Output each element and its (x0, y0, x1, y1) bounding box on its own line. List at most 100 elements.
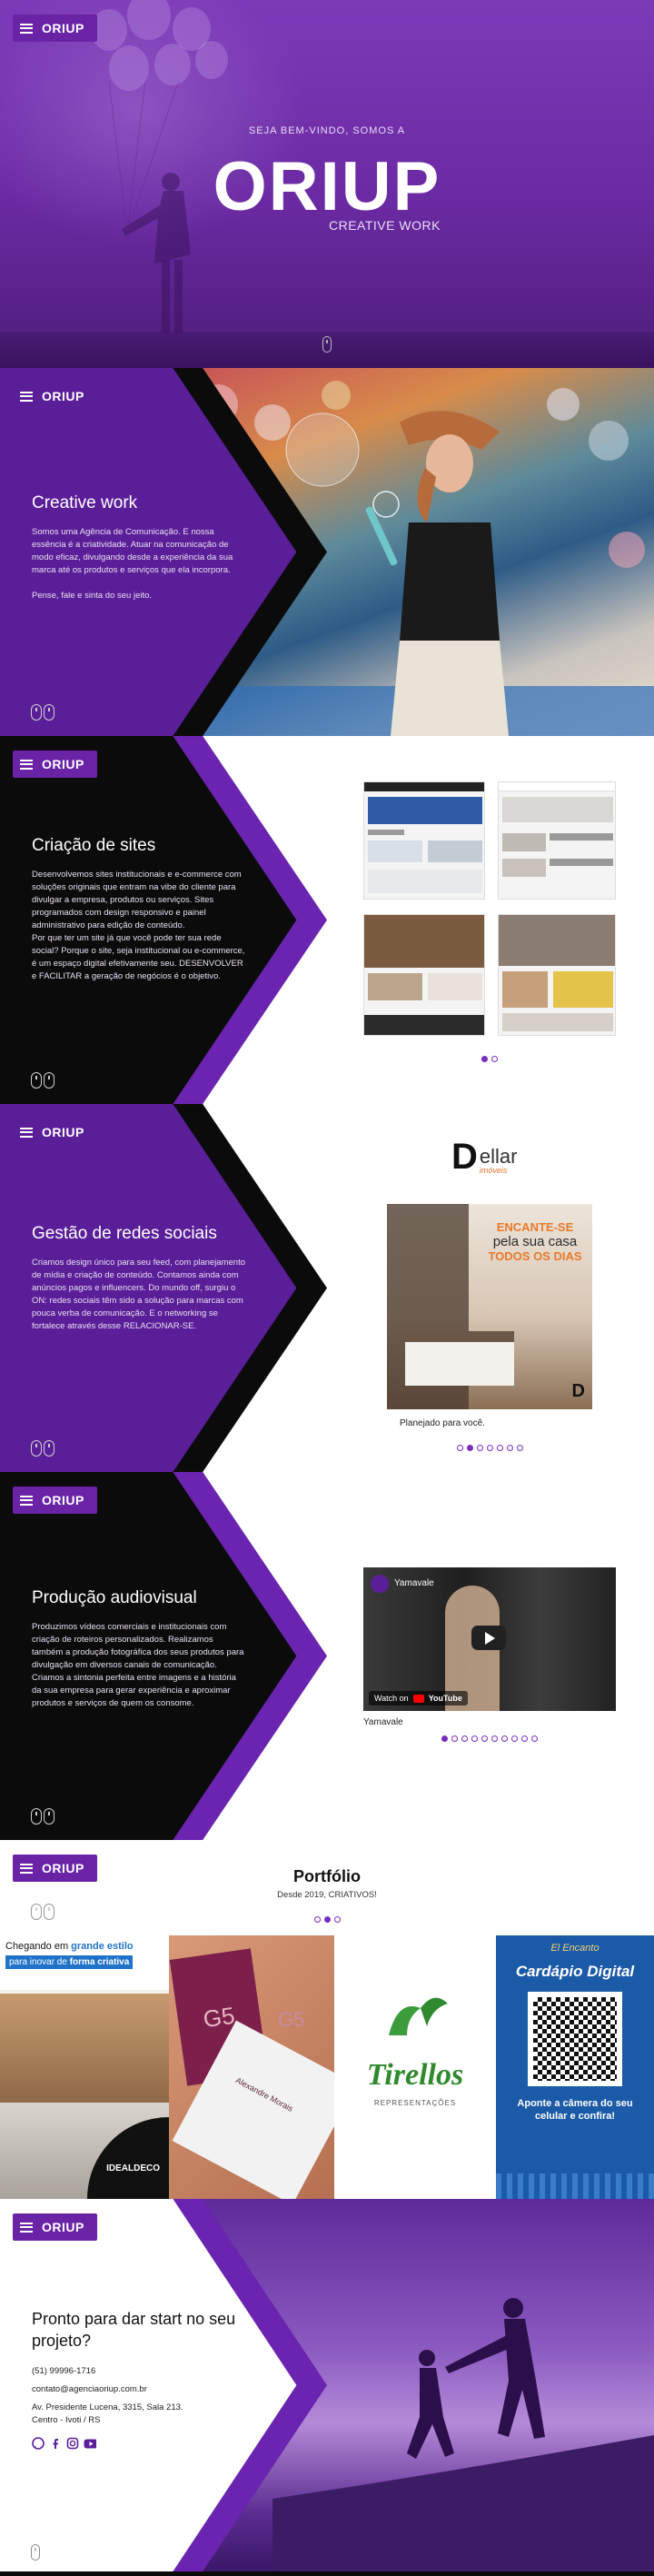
brand-name: ORIUP (42, 2220, 84, 2234)
audiovisual-section: ORIUP Produção audiovisual Produzimos ví… (0, 1472, 654, 1840)
hero-title: ORIUP (213, 148, 441, 225)
qr-code-image (528, 1992, 622, 2086)
carousel-dot[interactable] (333, 1916, 341, 1923)
carousel-dots[interactable] (0, 1916, 654, 1923)
carousel-dot[interactable] (496, 1445, 503, 1451)
portfolio-item-tirellos[interactable]: Tirellos REPRESENTAÇÕES (334, 1935, 496, 2199)
scroll-indicator[interactable] (31, 1440, 54, 1457)
brand-logo-button[interactable]: ORIUP (13, 751, 97, 778)
scroll-indicator[interactable] (31, 1808, 54, 1825)
brand-name: ORIUP (42, 21, 84, 35)
carousel-dot[interactable] (441, 1736, 448, 1742)
carousel-dot[interactable] (531, 1736, 538, 1742)
section-body: Desenvolvemos sites institucionais e e-c… (32, 870, 245, 981)
hamburger-icon[interactable] (20, 391, 33, 402)
creative-work-section: ORIUP Creative work Somos uma Agência de… (0, 368, 654, 736)
brand-name: ORIUP (42, 389, 84, 403)
hero-subtitle: CREATIVE WORK (329, 218, 441, 233)
carousel-dot[interactable] (466, 1445, 473, 1451)
carousel-dot[interactable] (506, 1445, 513, 1451)
brand-name: ORIUP (42, 757, 84, 771)
portfolio-item-cardapio-digital[interactable]: El Encanto Cardápio Digital Aponte a câm… (496, 1935, 654, 2199)
portfolio-item-idealdeco[interactable]: Chegando em grande estilo para inovar de… (0, 1935, 169, 2199)
brand-logo-button[interactable]: ORIUP (13, 1855, 97, 1882)
social-links (32, 2436, 268, 2450)
brand-logo-button[interactable]: ORIUP (13, 1119, 97, 1146)
section-title: Produção audiovisual (32, 1588, 197, 1607)
section-body: Criamos design único para seu feed, com … (32, 1258, 245, 1331)
brand-logo-button[interactable]: ORIUP (13, 2213, 97, 2241)
carousel-dot[interactable] (461, 1736, 468, 1742)
contact-phone[interactable]: (51) 99996-1716 (32, 2365, 268, 2378)
website-mockup-2[interactable] (498, 781, 616, 900)
carousel-dots[interactable] (363, 1056, 616, 1062)
websites-section: ORIUP Criação de sites Desenvolvemos sit… (0, 736, 654, 1104)
carousel-dot[interactable] (491, 1056, 498, 1062)
carousel-dot[interactable] (471, 1736, 478, 1742)
carousel-dot[interactable] (481, 1736, 488, 1742)
brand-name: ORIUP (42, 1493, 84, 1507)
contact-title: Pronto para dar start no seu projeto? (32, 2310, 236, 2351)
hamburger-icon[interactable] (20, 2222, 33, 2233)
portfolio-item-business-card[interactable]: G5 G5 Alexandre Morais (169, 1935, 334, 2199)
carousel-dot[interactable] (521, 1736, 528, 1742)
whatsapp-icon[interactable] (32, 2436, 45, 2450)
website-mockup-3[interactable] (363, 914, 485, 1036)
section-body: Somos uma Agência de Comunicação. E noss… (32, 527, 233, 601)
portfolio-title: Portfólio (293, 1867, 361, 1885)
section-body: Produzimos vídeos comerciais e instituci… (32, 1622, 244, 1708)
section-title: Gestão de redes sociais (32, 1224, 217, 1243)
website-mockup-1[interactable] (363, 781, 485, 900)
carousel-dot[interactable] (313, 1916, 321, 1923)
hamburger-icon[interactable] (20, 1863, 33, 1874)
carousel-dots[interactable] (363, 1445, 616, 1451)
portfolio-subtitle: Desde 2019, CRIATIVOS! (277, 1890, 377, 1900)
carousel-dot[interactable] (501, 1736, 508, 1742)
hamburger-icon[interactable] (20, 23, 33, 34)
contact-section: ORIUP Pronto para dar start no seu proje… (0, 2199, 654, 2571)
carousel-dot[interactable] (456, 1445, 463, 1451)
hero-section: ORIUP SEJA BEM-VINDO, SOMOS A ORIUP CREA… (0, 0, 654, 368)
channel-name[interactable]: Yamavale (394, 1578, 434, 1588)
youtube-video-player[interactable]: Yamavale Watch on YouTube (363, 1567, 616, 1711)
carousel-dot[interactable] (481, 1056, 488, 1062)
hero-welcome-text: SEJA BEM-VINDO, SOMOS A (248, 125, 406, 136)
social-media-section: ORIUP Gestão de redes sociais Criamos de… (0, 1104, 654, 1472)
facebook-icon[interactable] (49, 2437, 62, 2450)
section-title: Criação de sites (32, 836, 156, 855)
portfolio-section: ORIUP Portfólio Desde 2019, CRIATIVOS! C… (0, 1840, 654, 2199)
contact-address: Av. Presidente Lucena, 3315, Sala 213. C… (32, 2402, 183, 2426)
carousel-dot[interactable] (451, 1736, 458, 1742)
carousel-dots[interactable] (363, 1736, 616, 1742)
brand-name: ORIUP (42, 1861, 84, 1875)
contact-email[interactable]: contato@agenciaoriup.com.br (32, 2383, 268, 2396)
hamburger-icon[interactable] (20, 1495, 33, 1506)
scroll-indicator[interactable] (31, 1072, 54, 1089)
instagram-post-image[interactable]: ENCANTE-SE pela sua casa TODOS OS DIAS D (387, 1204, 592, 1409)
website-mockup-4[interactable] (498, 914, 616, 1036)
scroll-indicator[interactable] (31, 2544, 40, 2561)
carousel-dot[interactable] (323, 1916, 331, 1923)
play-icon[interactable] (471, 1626, 506, 1650)
post-caption: Planejado para você. (400, 1418, 485, 1428)
section-title: Creative work (32, 493, 138, 512)
carousel-dot[interactable] (486, 1445, 493, 1451)
scroll-indicator[interactable] (31, 704, 54, 721)
carousel-dot[interactable] (516, 1445, 523, 1451)
brand-logo-button[interactable]: ORIUP (13, 1487, 97, 1514)
instagram-icon[interactable] (66, 2437, 79, 2450)
scroll-down-icon[interactable] (322, 336, 332, 353)
carousel-dot[interactable] (511, 1736, 518, 1742)
youtube-icon[interactable] (84, 2437, 96, 2450)
scroll-indicator[interactable] (31, 1904, 54, 1920)
carousel-dot[interactable] (491, 1736, 498, 1742)
hamburger-icon[interactable] (20, 1127, 33, 1138)
brand-logo-button[interactable]: ORIUP (13, 15, 97, 42)
dellar-logo: D ellar imóveis (451, 1137, 518, 1177)
hamburger-icon[interactable] (20, 759, 33, 770)
carousel-dot[interactable] (476, 1445, 483, 1451)
youtube-icon (412, 1694, 424, 1703)
channel-avatar[interactable] (371, 1575, 389, 1593)
brand-logo-button[interactable]: ORIUP (13, 383, 97, 410)
watch-on-youtube-button[interactable]: Watch on YouTube (369, 1691, 468, 1706)
